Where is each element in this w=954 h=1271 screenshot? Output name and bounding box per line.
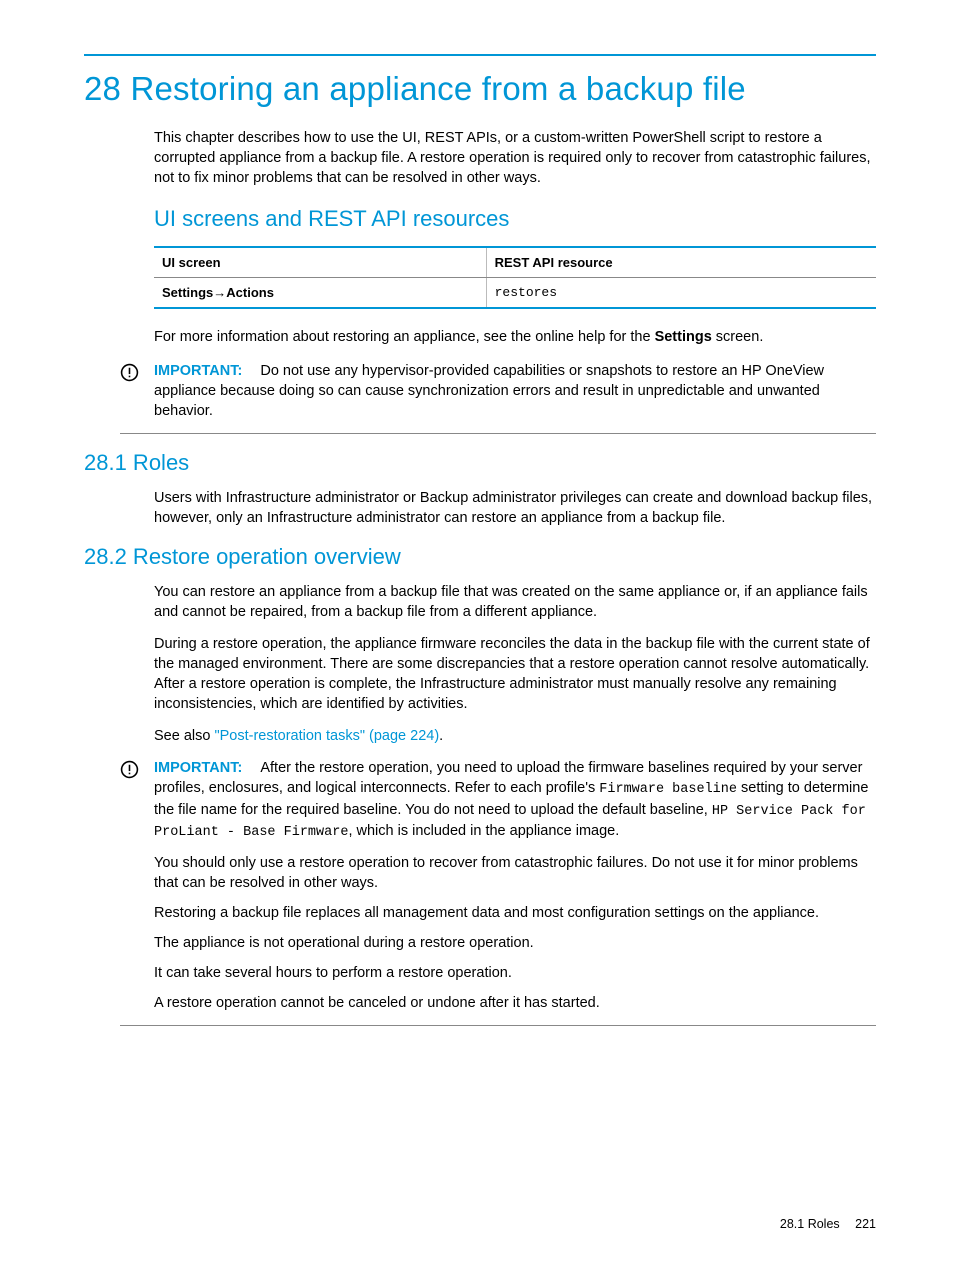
chapter-intro: This chapter describes how to use the UI… (154, 128, 876, 188)
restore-seealso: See also "Post-restoration tasks" (page … (154, 726, 876, 746)
page-footer: 28.1 Roles 221 (780, 1217, 876, 1231)
important-2-p6: A restore operation cannot be canceled o… (154, 993, 876, 1013)
important-2-p1: IMPORTANT:After the restore operation, y… (154, 758, 876, 843)
important-2-p3: Restoring a backup file replaces all man… (154, 903, 876, 923)
more-info-text: For more information about restoring an … (154, 327, 876, 347)
table-row: Settings→Actions restores (154, 278, 876, 309)
important-1-text: IMPORTANT:Do not use any hypervisor-prov… (154, 361, 876, 421)
cell-resource: restores (486, 278, 876, 309)
post-restoration-link[interactable]: "Post-restoration tasks" (page 224) (214, 728, 439, 744)
restore-p2: During a restore operation, the applianc… (154, 634, 876, 714)
footer-page-number: 221 (855, 1217, 876, 1231)
important-icon (120, 758, 154, 784)
important-note-1: IMPORTANT:Do not use any hypervisor-prov… (120, 361, 876, 434)
chapter-title: 28 Restoring an appliance from a backup … (84, 70, 876, 108)
important-2-p2: You should only use a restore operation … (154, 853, 876, 893)
subheading-ui-rest: UI screens and REST API resources (154, 206, 876, 232)
important-2-p4: The appliance is not operational during … (154, 933, 876, 953)
important-2-p5: It can take several hours to perform a r… (154, 963, 876, 983)
section-heading-restore-overview: 28.2 Restore operation overview (84, 544, 876, 570)
cell-uiscreen: Settings→Actions (154, 278, 486, 309)
important-note-2: IMPORTANT:After the restore operation, y… (120, 758, 876, 1026)
table-header-resource: REST API resource (486, 247, 876, 278)
roles-body: Users with Infrastructure administrator … (154, 488, 876, 528)
footer-section: 28.1 Roles (780, 1217, 840, 1231)
important-icon (120, 361, 154, 387)
api-resource-table: UI screen REST API resource Settings→Act… (154, 246, 876, 309)
restore-p1: You can restore an appliance from a back… (154, 582, 876, 622)
section-heading-roles: 28.1 Roles (84, 450, 876, 476)
top-rule (84, 54, 876, 56)
table-header-uiscreen: UI screen (154, 247, 486, 278)
